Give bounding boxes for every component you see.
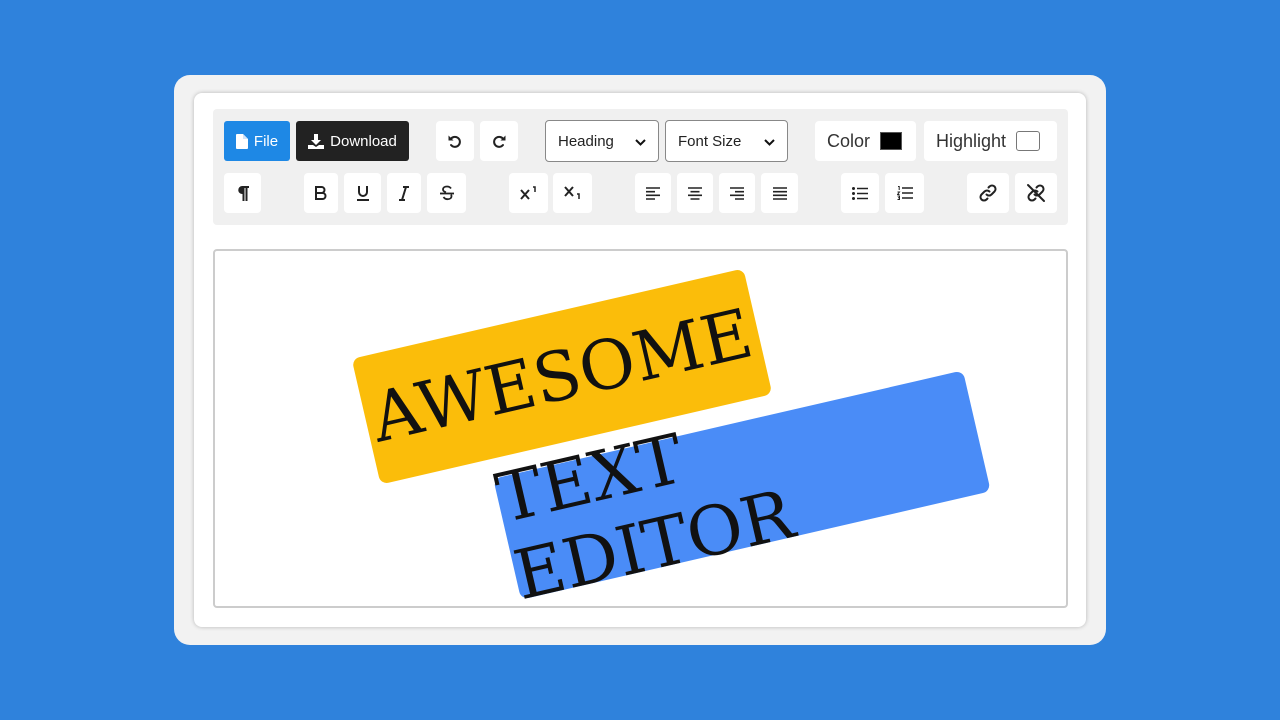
- bullet-list-icon: [852, 186, 868, 200]
- font-size-select[interactable]: Font Size: [665, 120, 788, 162]
- bold-icon: [315, 186, 327, 200]
- toolbar: File Download Heading Font Size Color Hi…: [213, 109, 1068, 225]
- undo-button[interactable]: [436, 121, 474, 161]
- align-right-button[interactable]: [719, 173, 755, 213]
- align-justify-icon: [772, 186, 787, 200]
- download-button-label: Download: [330, 132, 397, 150]
- align-right-icon: [730, 186, 744, 200]
- file-icon: [235, 133, 248, 149]
- app-frame: File Download Heading Font Size Color Hi…: [174, 75, 1106, 645]
- strikethrough-icon: [439, 185, 455, 201]
- bullet-list-button[interactable]: [841, 173, 879, 213]
- redo-icon: [491, 133, 507, 149]
- italic-icon: [398, 185, 410, 201]
- font-size-select-value: Font Size: [678, 132, 742, 150]
- chevron-down-icon: [764, 133, 775, 150]
- file-button-label: File: [253, 132, 279, 150]
- heading-select-value: Heading: [558, 132, 614, 150]
- editor-card: File Download Heading Font Size Color Hi…: [194, 93, 1086, 627]
- subscript-button[interactable]: [553, 173, 592, 213]
- text-color-picker[interactable]: Color: [815, 121, 916, 161]
- align-center-icon: [688, 186, 702, 200]
- text-color-swatch[interactable]: [880, 132, 903, 150]
- align-left-button[interactable]: [635, 173, 671, 213]
- editor-content-area[interactable]: AWESOME TEXT EDITOR: [213, 249, 1068, 608]
- highlight-label: Highlight: [936, 130, 1007, 151]
- link-button[interactable]: [967, 173, 1009, 213]
- undo-icon: [447, 133, 463, 149]
- chevron-down-icon: [635, 133, 646, 150]
- color-label: Color: [827, 130, 871, 151]
- superscript-icon: [519, 186, 538, 200]
- align-justify-button[interactable]: [761, 173, 798, 213]
- numbered-list-button[interactable]: [885, 173, 924, 213]
- align-left-icon: [646, 186, 660, 200]
- italic-button[interactable]: [387, 173, 421, 213]
- redo-button[interactable]: [480, 121, 518, 161]
- paragraph-button[interactable]: [224, 173, 261, 213]
- highlight-color-picker[interactable]: Highlight: [924, 121, 1057, 161]
- superscript-button[interactable]: [509, 173, 548, 213]
- highlight-color-swatch[interactable]: [1016, 131, 1041, 151]
- paragraph-icon: [237, 185, 249, 201]
- unlink-button[interactable]: [1015, 173, 1057, 213]
- file-button[interactable]: File: [224, 121, 290, 161]
- underline-button[interactable]: [344, 173, 381, 213]
- link-icon: [978, 183, 998, 203]
- download-icon: [308, 133, 325, 149]
- numbered-list-icon: [896, 186, 913, 200]
- download-button[interactable]: Download: [296, 121, 409, 161]
- unlink-icon: [1026, 183, 1046, 203]
- subscript-icon: [563, 186, 582, 200]
- bold-button[interactable]: [304, 173, 338, 213]
- underline-icon: [356, 185, 370, 201]
- strikethrough-button[interactable]: [427, 173, 466, 213]
- align-center-button[interactable]: [677, 173, 713, 213]
- heading-select[interactable]: Heading: [545, 120, 659, 162]
